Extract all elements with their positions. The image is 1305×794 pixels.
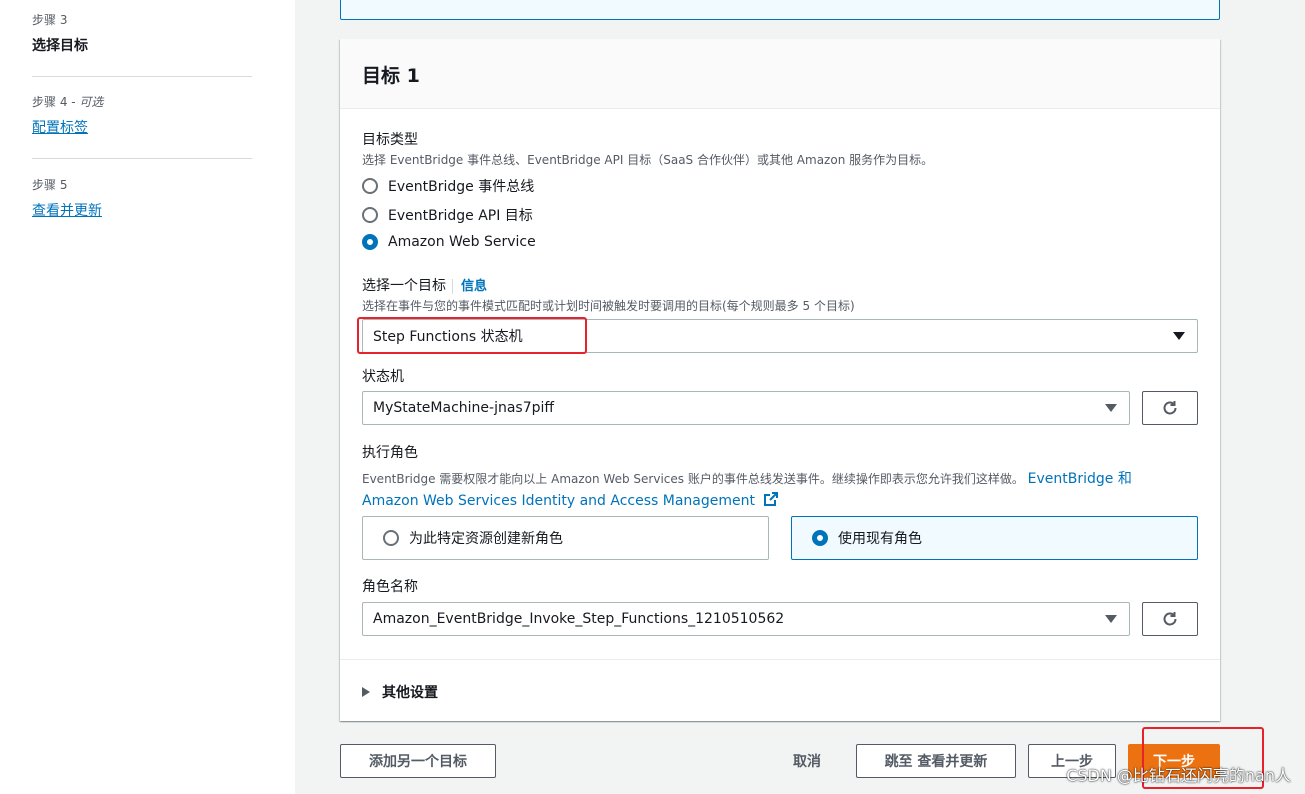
external-link-icon xyxy=(764,492,779,506)
card-header: 目标 1 xyxy=(340,39,1220,109)
caret-down-icon xyxy=(1105,404,1117,412)
target-select[interactable]: Step Functions 状态机 xyxy=(362,319,1198,353)
execution-role-label: 执行角色 xyxy=(362,445,418,461)
select-target-description: 选择在事件与您的事件模式匹配时或计划时间被触发时要调用的目标(每个规则最多 5 … xyxy=(362,299,855,313)
radio-button[interactable] xyxy=(362,178,378,194)
target-select-value: Step Functions 状态机 xyxy=(373,329,523,345)
step-3-label: 步骤 3 xyxy=(32,13,68,27)
step-4-label: 步骤 4 - 可选 xyxy=(32,95,104,109)
step-4: 步骤 4 - 可选 配置标签 xyxy=(32,93,252,137)
radio-aws-service[interactable]: Amazon Web Service xyxy=(362,234,536,250)
tile-label: 为此特定资源创建新角色 xyxy=(409,531,563,547)
watermark-text: CSDN @比钻石还闪亮的nan人 xyxy=(1066,766,1291,785)
previous-panel-bottom xyxy=(340,0,1220,20)
target-card: 目标 1 目标类型 选择 EventBridge 事件总线、EventBridg… xyxy=(340,39,1220,721)
radio-label: Amazon Web Service xyxy=(388,234,536,250)
target-type-description: 选择 EventBridge 事件总线、EventBridge API 目标（S… xyxy=(362,153,934,167)
refresh-icon xyxy=(1163,612,1177,626)
role-option-create-new[interactable]: 为此特定资源创建新角色 xyxy=(362,516,769,560)
step-divider xyxy=(32,158,252,159)
info-link[interactable]: 信息 xyxy=(452,279,488,294)
execution-role-description: EventBridge 需要权限才能向以上 Amazon Web Service… xyxy=(362,471,1132,487)
radio-eventbridge-bus[interactable]: EventBridge 事件总线 xyxy=(362,176,534,196)
step-5-link[interactable]: 查看并更新 xyxy=(32,200,102,220)
radio-button-checked[interactable] xyxy=(812,530,828,546)
state-machine-label: 状态机 xyxy=(362,369,404,385)
select-target-label: 选择一个目标 信息 xyxy=(362,278,488,294)
add-target-button[interactable]: 添加另一个目标 xyxy=(340,744,496,778)
radio-button-checked[interactable] xyxy=(362,234,378,250)
caret-right-icon xyxy=(362,687,370,697)
refresh-icon xyxy=(1163,401,1177,415)
refresh-roles-button[interactable] xyxy=(1142,602,1198,636)
caret-down-icon xyxy=(1105,615,1117,623)
caret-down-icon xyxy=(1173,332,1185,340)
additional-settings-label: 其他设置 xyxy=(382,685,438,701)
step-3: 步骤 3 选择目标 xyxy=(32,11,252,55)
refresh-state-machines-button[interactable] xyxy=(1142,391,1198,425)
step-4-link[interactable]: 配置标签 xyxy=(32,117,88,137)
role-option-use-existing[interactable]: 使用现有角色 xyxy=(791,516,1198,560)
iam-link[interactable]: Amazon Web Services Identity and Access … xyxy=(362,491,779,509)
additional-settings-expander[interactable]: 其他设置 xyxy=(362,682,438,702)
radio-button[interactable] xyxy=(383,530,399,546)
skip-to-review-button[interactable]: 跳至 查看并更新 xyxy=(856,744,1016,778)
radio-label: EventBridge 事件总线 xyxy=(388,179,535,195)
step-5: 步骤 5 查看并更新 xyxy=(32,176,252,220)
role-name-label: 角色名称 xyxy=(362,579,418,595)
state-machine-select[interactable]: MyStateMachine-jnas7piff xyxy=(362,391,1130,425)
cancel-button[interactable]: 取消 xyxy=(793,751,821,771)
role-name-select[interactable]: Amazon_EventBridge_Invoke_Step_Functions… xyxy=(362,602,1130,636)
step-5-label: 步骤 5 xyxy=(32,178,68,192)
eventbridge-iam-link[interactable]: EventBridge 和 xyxy=(1028,471,1132,487)
step-3-title: 选择目标 xyxy=(32,38,88,54)
tile-label: 使用现有角色 xyxy=(838,531,922,547)
state-machine-value: MyStateMachine-jnas7piff xyxy=(373,400,555,416)
radio-label: EventBridge API 目标 xyxy=(388,208,533,224)
target-type-label: 目标类型 xyxy=(362,132,418,148)
radio-eventbridge-api[interactable]: EventBridge API 目标 xyxy=(362,205,533,225)
radio-button[interactable] xyxy=(362,207,378,223)
role-name-value: Amazon_EventBridge_Invoke_Step_Functions… xyxy=(373,611,785,627)
card-title: 目标 1 xyxy=(362,65,420,87)
step-divider xyxy=(32,76,252,77)
section-divider xyxy=(340,659,1220,660)
